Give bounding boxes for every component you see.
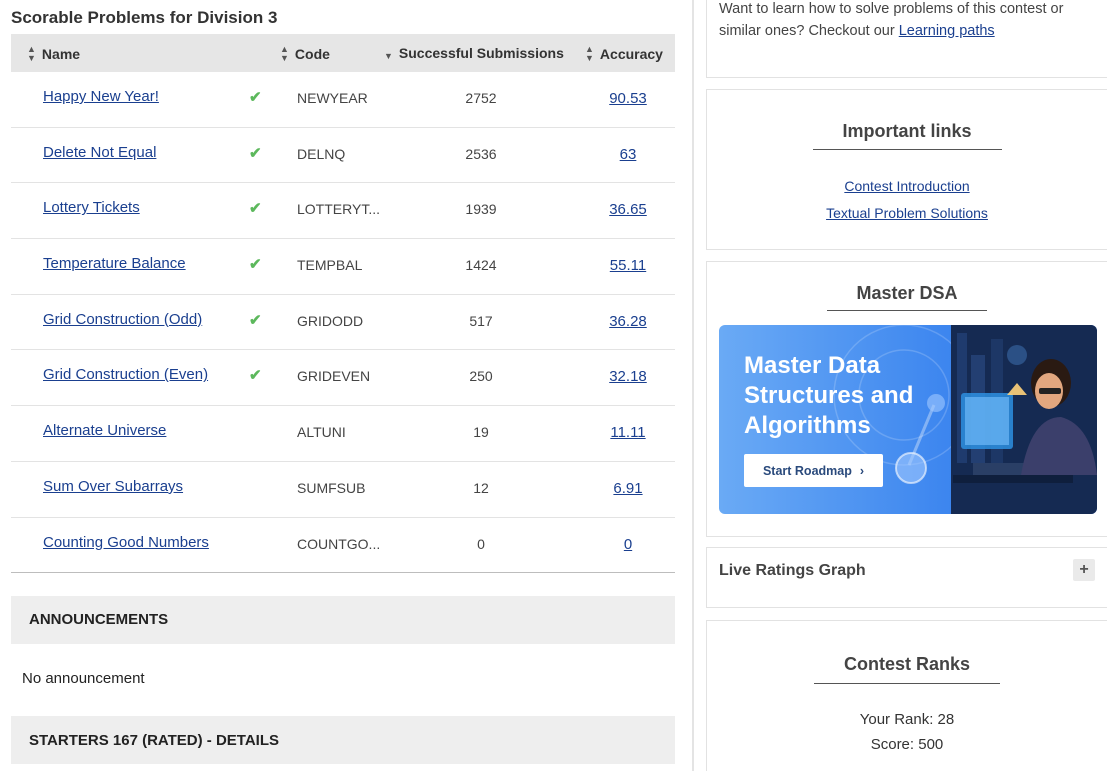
problem-name-link[interactable]: Grid Construction (Odd) [43, 311, 202, 328]
table-row: Temperature Balance ✔ TEMPBAL 1424 55.11 [11, 239, 675, 295]
problem-code: GRIDEVEN [297, 368, 371, 385]
live-ratings-card: Live Ratings Graph + [706, 547, 1107, 608]
contest-ranks-card: Contest Ranks Your Rank: 28 Score: 500 [706, 620, 1107, 771]
problem-name-link[interactable]: Delete Not Equal [43, 144, 156, 161]
problem-name-link[interactable]: Sum Over Subarrays [43, 478, 183, 495]
accuracy-link[interactable]: 63 [578, 146, 678, 163]
check-icon: ✔ [249, 89, 262, 106]
important-links-title: Important links [842, 121, 972, 141]
accuracy-link[interactable]: 36.28 [578, 313, 678, 330]
successful-submissions: 19 [473, 424, 489, 441]
accuracy-link[interactable]: 11.11 [578, 424, 678, 441]
problem-code: LOTTERYT... [297, 201, 380, 218]
accuracy-link[interactable]: 36.65 [578, 201, 678, 218]
problem-name-link[interactable]: Grid Construction (Even) [43, 366, 208, 383]
check-icon: ✔ [249, 367, 262, 385]
problem-code: GRIDODD [297, 312, 364, 329]
table-row: Sum Over Subarrays SUMFSUB 12 6.91 [11, 462, 675, 518]
accuracy-link[interactable]: 0 [578, 536, 678, 553]
textual-solutions-link[interactable]: Textual Problem Solutions [707, 205, 1107, 221]
no-announcement-text: No announcement [22, 670, 145, 687]
master-dsa-banner[interactable]: Master Data Structures and Algorithms St… [719, 325, 1097, 514]
check-icon: ✔ [249, 144, 262, 162]
accuracy-column-header[interactable]: ▲ ▼ Accuracy [585, 45, 663, 63]
table-row: Alternate Universe ALTUNI 19 11.11 [11, 406, 675, 462]
important-links-card: Important links Contest Introduction Tex… [706, 89, 1107, 250]
your-rank-text: Your Rank: 28 [859, 711, 955, 728]
name-column-header[interactable]: ▲ ▼ Name [27, 45, 80, 63]
contest-details-title: STARTERS 167 (RATED) - DETAILS [29, 732, 280, 749]
problem-name-link[interactable]: Lottery Tickets [43, 199, 140, 216]
problem-name-link[interactable]: Alternate Universe [43, 422, 166, 439]
table-row: Lottery Tickets ✔ LOTTERYT... 1939 36.65 [11, 183, 678, 240]
learning-card: Want to learn how to solve problems of t… [706, 0, 1107, 78]
problem-name-link[interactable]: Happy New Year! [43, 88, 159, 105]
successful-submissions: 12 [473, 479, 489, 496]
problem-code: TEMPBAL [297, 257, 363, 274]
successful-submissions: 2536 [465, 145, 497, 162]
submissions-column-header[interactable]: ▼ Successful Submissions [384, 45, 564, 61]
learning-text: Want to learn how to solve problems of t… [719, 1, 1064, 39]
section-title: Scorable Problems for Division 3 [11, 8, 278, 27]
chevron-right-icon: › [859, 463, 865, 478]
accuracy-link[interactable]: 32.18 [578, 368, 678, 385]
problems-panel: Scorable Problems for Division 3 ▲ ▼ Name… [0, 0, 692, 771]
score-text: Score: 500 [870, 736, 944, 753]
sort-both-icon: ▲ ▼ [280, 44, 289, 63]
check-icon: ✔ [249, 200, 262, 218]
start-roadmap-button[interactable]: Start Roadmap › [744, 454, 883, 487]
problem-code: NEWYEAR [297, 90, 368, 106]
expand-plus-icon[interactable]: + [1073, 559, 1095, 581]
table-row: Grid Construction (Even) ✔ GRIDEVEN 250 … [11, 350, 678, 407]
table-row: Grid Construction (Odd) ✔ GRIDODD 517 36… [11, 295, 675, 351]
check-icon: ✔ [249, 311, 262, 329]
successful-submissions: 250 [469, 368, 493, 385]
successful-submissions: 517 [469, 312, 493, 329]
learning-paths-link[interactable]: Learning paths [899, 23, 995, 39]
successful-submissions: 1939 [465, 201, 497, 218]
announcements-header: ANNOUNCEMENTS [11, 596, 675, 644]
table-row: Happy New Year! ✔ NEWYEAR 2752 90.53 [11, 72, 675, 128]
successful-submissions: 0 [477, 535, 485, 552]
code-column-header[interactable]: ▲ ▼ Code [280, 45, 330, 63]
contest-page: Scorable Problems for Division 3 ▲ ▼ Name… [0, 0, 1107, 771]
coder-illustration-icon [951, 325, 1097, 514]
master-dsa-card: Master DSA Master Data Structures and Al… [706, 261, 1107, 537]
live-ratings-title: Live Ratings Graph [719, 562, 866, 579]
announcements-title: ANNOUNCEMENTS [29, 611, 169, 628]
accuracy-link[interactable]: 90.53 [578, 90, 678, 107]
problem-code: ALTUNI [297, 424, 346, 441]
problem-name-link[interactable]: Temperature Balance [43, 255, 186, 272]
sort-both-icon: ▲ ▼ [27, 44, 36, 63]
table-row: Counting Good Numbers COUNTGO... 0 0 [11, 518, 675, 574]
problems-table-header: ▲ ▼ Name ▲ ▼ Code ▼ Successful Submissions… [11, 34, 675, 72]
accuracy-link[interactable]: 6.91 [578, 480, 678, 497]
master-dsa-title: Master DSA [856, 283, 958, 303]
column-divider [692, 0, 694, 771]
contest-ranks-title: Contest Ranks [843, 654, 971, 674]
contest-introduction-link[interactable]: Contest Introduction [707, 178, 1107, 194]
successful-submissions: 1424 [465, 257, 497, 274]
sort-desc-icon: ▼ [384, 50, 393, 61]
problem-code: COUNTGO... [297, 535, 381, 552]
problem-code: DELNQ [297, 145, 346, 162]
problem-code: SUMFSUB [297, 479, 366, 496]
table-row: Delete Not Equal ✔ DELNQ 2536 63 [11, 128, 675, 184]
banner-headline: Master Data Structures and Algorithms [744, 352, 914, 439]
problem-name-link[interactable]: Counting Good Numbers [43, 534, 209, 551]
contest-details-header: STARTERS 167 (RATED) - DETAILS [11, 716, 675, 764]
check-icon: ✔ [249, 256, 262, 274]
sort-both-icon: ▲ ▼ [585, 44, 594, 63]
successful-submissions: 2752 [465, 90, 497, 106]
title-underline [814, 683, 1000, 684]
title-underline [813, 149, 1002, 150]
title-underline [827, 310, 987, 311]
accuracy-link[interactable]: 55.11 [578, 257, 678, 274]
problems-table-body: Happy New Year! ✔ NEWYEAR 2752 90.53 Del… [11, 72, 678, 574]
